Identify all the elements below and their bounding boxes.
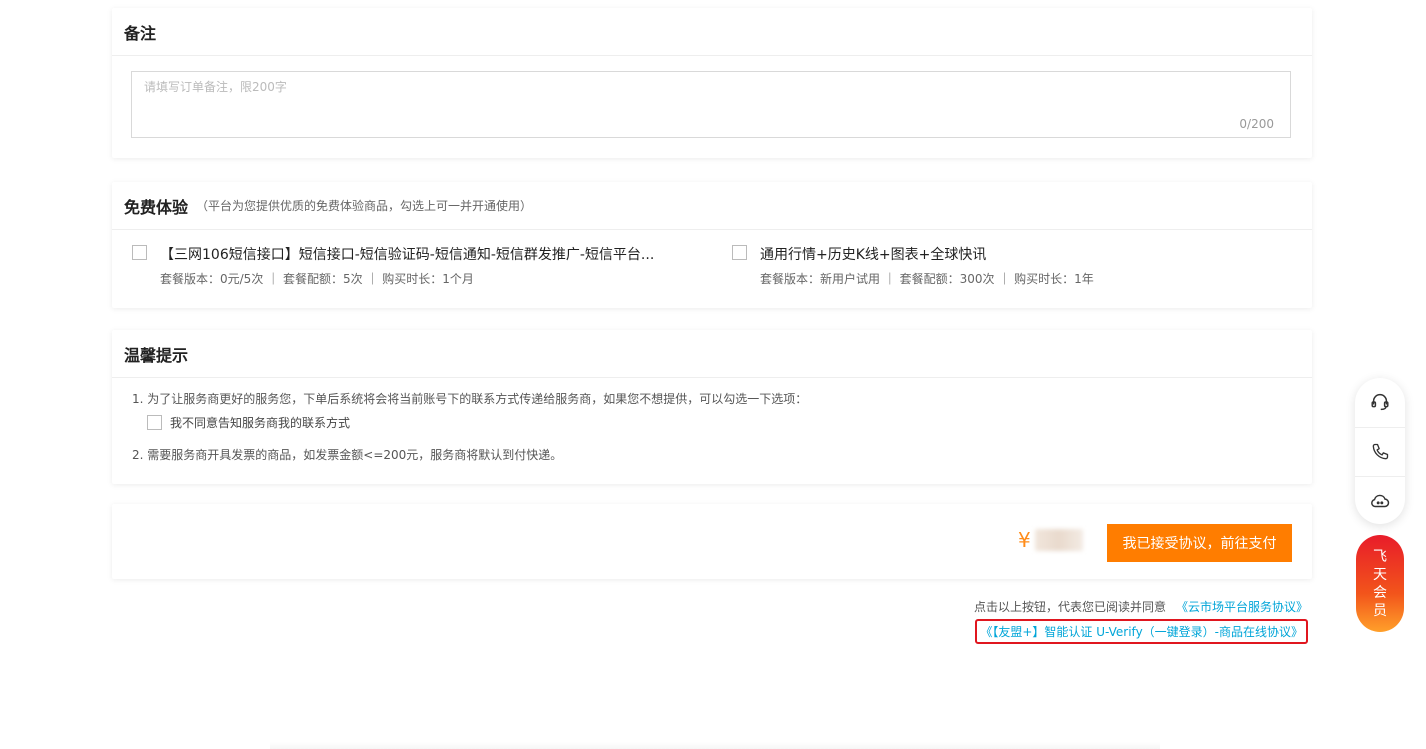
contact-optout-checkbox[interactable] [147, 415, 162, 430]
member-char: 飞 [1373, 548, 1387, 565]
tip-line-2: 2. 需要服务商开具发票的商品，如发票金额<=200元，服务商将默认到付快递。 [132, 448, 563, 462]
phone-icon [1372, 443, 1389, 459]
chat-assistant-button[interactable] [1355, 476, 1405, 524]
currency-symbol: ¥ [1018, 528, 1031, 552]
contact-optout-option[interactable]: 我不同意告知服务商我的联系方式 [147, 414, 350, 431]
free-trial-item-name: 【三网106短信接口】短信接口-短信验证码-短信通知-短信群发推广-短信平台..… [160, 247, 655, 263]
free-trial-item-name: 通用行情+历史K线+图表+全球快讯 [760, 247, 987, 263]
free-trial-item-spec: 套餐版本：新用户试用 ｜ 套餐配额：300次 ｜ 购买时长：1年 [760, 272, 1094, 286]
free-trial-item-spec: 套餐版本：0元/5次 ｜ 套餐配额：5次 ｜ 购买时长：1个月 [160, 272, 474, 286]
product-agreement-link[interactable]: 《【友盟+】智能认证 U-Verify（一键登录）-商品在线协议》 [980, 625, 1303, 639]
free-trial-checkbox[interactable] [132, 245, 147, 260]
product-agreement-highlight: 《【友盟+】智能认证 U-Verify（一键登录）-商品在线协议》 [975, 619, 1308, 644]
bottom-divider [270, 742, 1160, 749]
payment-card: ¥ 我已接受协议，前往支付 [112, 504, 1312, 579]
free-trial-header: 免费体验 （平台为您提供优质的免费体验商品，勾选上可一并开通使用） [112, 182, 1312, 230]
headset-icon [1371, 393, 1389, 411]
agreement-prefix: 点击以上按钮，代表您已阅读并同意 [973, 600, 1166, 614]
member-char: 会 [1373, 584, 1387, 601]
agreement-notice: 点击以上按钮，代表您已阅读并同意 《云市场平台服务协议》 《【友盟+】智能认证 U… [974, 598, 1308, 644]
customer-service-button[interactable] [1355, 378, 1405, 426]
contact-optout-label: 我不同意告知服务商我的联系方式 [170, 416, 351, 430]
remark-field-wrapper: 0/200 [131, 71, 1291, 138]
price-display: ¥ [1018, 528, 1083, 552]
member-char: 天 [1373, 566, 1387, 583]
free-trial-subtitle: （平台为您提供优质的免费体验商品，勾选上可一并开通使用） [196, 199, 533, 213]
remark-title: 备注 [124, 23, 157, 43]
tip-line-1: 1. 为了让服务商更好的服务您，下单后系统将会将当前账号下的联系方式传递给服务商… [132, 392, 808, 406]
feitian-member-button[interactable]: 飞 天 会 员 [1356, 535, 1404, 632]
floating-toolbar [1355, 378, 1405, 524]
platform-agreement-link[interactable]: 《云市场平台服务协议》 [1176, 600, 1308, 614]
tips-header: 温馨提示 [112, 330, 1312, 378]
free-trial-title: 免费体验 [124, 197, 189, 217]
remark-char-count: 0/200 [1239, 117, 1274, 131]
remark-card: 备注 0/200 [112, 8, 1312, 158]
member-char: 员 [1373, 602, 1387, 619]
blurred-price-amount [1034, 529, 1083, 551]
remark-textarea[interactable] [132, 72, 1290, 137]
cloud-chat-icon [1371, 494, 1390, 507]
accept-and-pay-button[interactable]: 我已接受协议，前往支付 [1107, 524, 1292, 562]
agreement-line: 点击以上按钮，代表您已阅读并同意 《云市场平台服务协议》 [974, 598, 1308, 615]
free-trial-checkbox[interactable] [732, 245, 747, 260]
free-trial-card: 免费体验 （平台为您提供优质的免费体验商品，勾选上可一并开通使用） 【三网106… [112, 182, 1312, 308]
remark-header: 备注 [112, 8, 1312, 56]
phone-button[interactable] [1355, 427, 1405, 475]
tips-card: 温馨提示 1. 为了让服务商更好的服务您，下单后系统将会将当前账号下的联系方式传… [112, 330, 1312, 484]
tips-title: 温馨提示 [124, 345, 189, 365]
